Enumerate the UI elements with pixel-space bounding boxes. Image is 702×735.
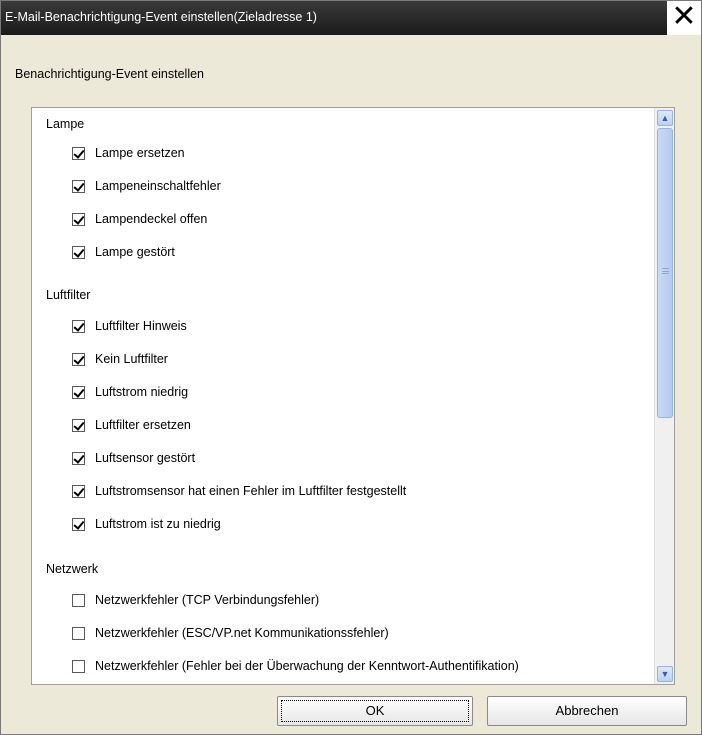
- checkbox-label: Luftfilter Hinweis: [95, 319, 187, 333]
- checkbox-label: Luftstrom ist zu niedrig: [95, 517, 221, 531]
- event-list-panel: Lampe Lampe ersetzen Lampeneinschaltfehler…: [31, 107, 675, 685]
- window-title: E-Mail-Benachrichtigung-Event einstellen…: [5, 10, 317, 24]
- checkbox-row[interactable]: Luftfilter Hinweis: [72, 318, 187, 334]
- checkbox-icon[interactable]: [72, 626, 85, 640]
- checkbox-row[interactable]: Netzwerkfehler (Fehler bei der Überwachu…: [72, 658, 519, 674]
- checkbox-label: Luftstromsensor hat einen Fehler im Luft…: [95, 484, 407, 498]
- checkbox-row[interactable]: Kein Luftfilter: [72, 351, 168, 367]
- checkbox-icon[interactable]: [72, 212, 85, 226]
- close-icon[interactable]: ✕: [667, 1, 701, 35]
- scroll-up-arrow-icon[interactable]: ▲: [657, 110, 673, 126]
- checkbox-icon[interactable]: [72, 484, 85, 498]
- group-label-netzwerk: Netzwerk: [46, 562, 99, 576]
- section-title: Benachrichtigung-Event einstellen: [15, 67, 205, 81]
- checkbox-icon[interactable]: [72, 146, 85, 160]
- checkbox-label: Luftfilter ersetzen: [95, 418, 191, 432]
- checkbox-row[interactable]: Netzwerkfehler (TCP Verbindungsfehler): [72, 592, 319, 608]
- checkbox-row[interactable]: Luftfilter ersetzen: [72, 417, 191, 433]
- checkbox-label: Luftsensor gestört: [95, 451, 196, 465]
- checkbox-icon[interactable]: [72, 179, 85, 193]
- checkbox-icon[interactable]: [72, 517, 85, 531]
- checkbox-label: Lampeneinschaltfehler: [95, 179, 221, 193]
- checkbox-icon[interactable]: [72, 418, 85, 432]
- checkbox-row[interactable]: Lampeneinschaltfehler: [72, 178, 221, 194]
- ok-button[interactable]: OK: [277, 696, 473, 726]
- checkbox-label: Kein Luftfilter: [95, 352, 168, 366]
- checkbox-row[interactable]: Lampe ersetzen: [72, 145, 185, 161]
- title-bar: E-Mail-Benachrichtigung-Event einstellen…: [1, 1, 701, 35]
- group-label-luftfilter: Luftfilter: [46, 288, 91, 302]
- checkbox-row[interactable]: Lampendeckel offen: [72, 211, 207, 227]
- checkbox-label: Luftstrom niedrig: [95, 385, 189, 399]
- checkbox-icon[interactable]: [72, 352, 85, 366]
- checkbox-label: Lampe gestört: [95, 245, 175, 259]
- group-label-lampe: Lampe: [46, 117, 85, 131]
- event-list: Lampe Lampe ersetzen Lampeneinschaltfehler…: [32, 108, 654, 684]
- checkbox-icon[interactable]: [72, 593, 85, 607]
- checkbox-row[interactable]: Luftstromsensor hat einen Fehler im Luft…: [72, 483, 406, 499]
- checkbox-label: Lampendeckel offen: [95, 212, 208, 226]
- vertical-scrollbar[interactable]: ▲ ▼: [654, 108, 674, 684]
- checkbox-label: Lampe ersetzen: [95, 146, 185, 160]
- checkbox-icon[interactable]: [72, 319, 85, 333]
- dialog-window: E-Mail-Benachrichtigung-Event einstellen…: [0, 0, 702, 735]
- grip-icon: [662, 268, 669, 274]
- checkbox-icon[interactable]: [72, 385, 85, 399]
- checkbox-label: Netzwerkfehler (Fehler bei der Überwachu…: [95, 659, 519, 673]
- checkbox-icon[interactable]: [72, 659, 85, 673]
- scroll-down-arrow-icon[interactable]: ▼: [657, 666, 673, 682]
- checkbox-row[interactable]: Luftstrom ist zu niedrig: [72, 516, 221, 532]
- checkbox-icon[interactable]: [72, 245, 85, 259]
- checkbox-label: Netzwerkfehler (ESC/VP.net Kommunikation…: [95, 626, 389, 640]
- cancel-button[interactable]: Abbrechen: [487, 696, 687, 726]
- checkbox-row[interactable]: Lampe gestört: [72, 244, 175, 260]
- checkbox-row[interactable]: Luftsensor gestört: [72, 450, 195, 466]
- checkbox-row[interactable]: Luftstrom niedrig: [72, 384, 188, 400]
- checkbox-row[interactable]: Netzwerkfehler (ESC/VP.net Kommunikation…: [72, 625, 389, 641]
- scrollbar-thumb[interactable]: [657, 128, 673, 418]
- checkbox-label: Netzwerkfehler (TCP Verbindungsfehler): [95, 593, 320, 607]
- checkbox-icon[interactable]: [72, 451, 85, 465]
